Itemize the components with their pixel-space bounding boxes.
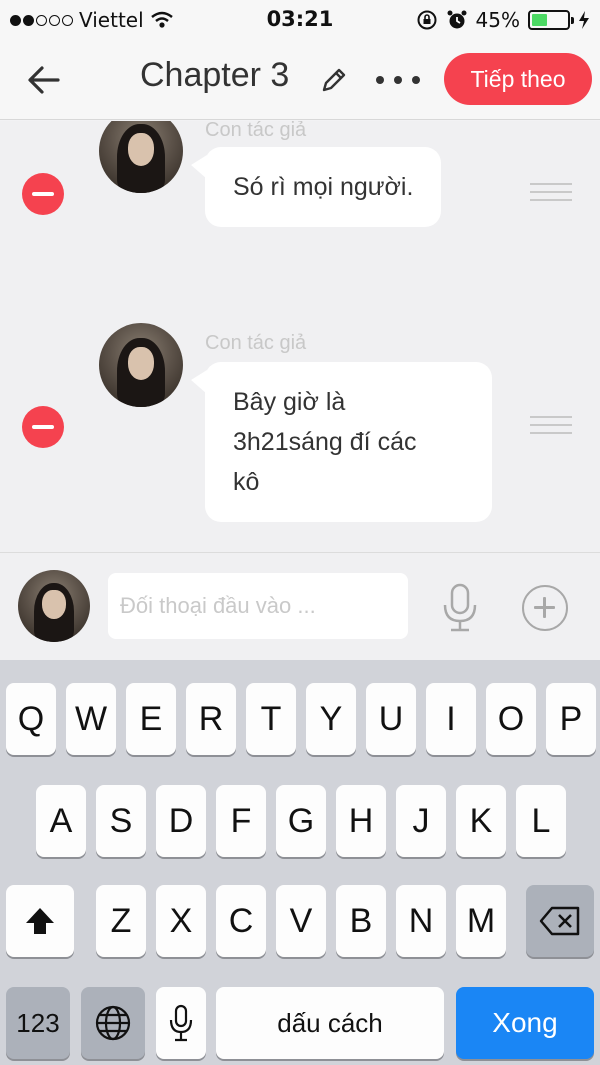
drag-handle-icon[interactable]: [530, 183, 572, 201]
plus-circle-icon[interactable]: [522, 585, 568, 631]
key-i[interactable]: I: [426, 683, 476, 755]
rotation-lock-icon: [417, 10, 437, 30]
space-key[interactable]: dấu cách: [216, 987, 444, 1059]
delete-key[interactable]: [526, 885, 594, 957]
avatar: [99, 121, 183, 193]
message-bubble[interactable]: Só rì mọi người.: [190, 147, 442, 227]
key-c[interactable]: C: [216, 885, 266, 957]
key-l[interactable]: L: [516, 785, 566, 857]
battery-percent: 45%: [475, 8, 520, 32]
status-bar: Viettel 03:21 45%: [0, 0, 600, 40]
numbers-key[interactable]: 123: [6, 987, 70, 1059]
key-e[interactable]: E: [126, 683, 176, 755]
author-name: Con tác giả: [205, 332, 307, 354]
author-name: Con tác giả: [205, 121, 307, 141]
key-z[interactable]: Z: [96, 885, 146, 957]
avatar[interactable]: [18, 570, 90, 642]
backspace-icon: [539, 906, 580, 936]
key-v[interactable]: V: [276, 885, 326, 957]
key-q[interactable]: Q: [6, 683, 56, 755]
dialogue-input[interactable]: [108, 573, 408, 639]
done-key[interactable]: Xong: [456, 987, 594, 1059]
ellipsis-icon[interactable]: [376, 64, 420, 96]
key-r[interactable]: R: [186, 683, 236, 755]
minus-circle-icon[interactable]: [22, 406, 64, 448]
key-o[interactable]: O: [486, 683, 536, 755]
key-u[interactable]: U: [366, 683, 416, 755]
key-d[interactable]: D: [156, 785, 206, 857]
key-s[interactable]: S: [96, 785, 146, 857]
composer-bar: [0, 553, 600, 660]
alarm-icon: [447, 10, 467, 29]
shift-icon: [26, 908, 54, 934]
key-h[interactable]: H: [336, 785, 386, 857]
drag-handle-icon[interactable]: [530, 416, 572, 434]
shift-key[interactable]: [6, 885, 74, 957]
key-x[interactable]: X: [156, 885, 206, 957]
message-bubble[interactable]: Bây giờ là 3h21sáng đí các kô: [191, 362, 492, 522]
message-line: kô: [233, 468, 260, 496]
key-n[interactable]: N: [396, 885, 446, 957]
minus-circle-icon[interactable]: [22, 173, 64, 215]
globe-icon: [95, 1005, 131, 1041]
pencil-icon[interactable]: [318, 64, 350, 96]
key-y[interactable]: Y: [306, 683, 356, 755]
battery-icon: [528, 10, 574, 30]
arrow-left-icon[interactable]: [22, 58, 66, 102]
nav-header: Chapter 3 Tiếp theo: [0, 40, 600, 120]
key-f[interactable]: F: [216, 785, 266, 857]
key-w[interactable]: W: [66, 683, 116, 755]
avatar: [99, 323, 183, 407]
key-m[interactable]: M: [456, 885, 506, 957]
key-a[interactable]: A: [36, 785, 86, 857]
status-right: 45%: [416, 8, 590, 32]
key-j[interactable]: J: [396, 785, 446, 857]
chapter-title: Chapter 3: [140, 56, 290, 94]
key-k[interactable]: K: [456, 785, 506, 857]
charging-icon: [579, 11, 589, 29]
dictation-key[interactable]: [156, 987, 206, 1059]
globe-key[interactable]: [81, 987, 145, 1059]
message-line: 3h21sáng đí các: [233, 428, 417, 456]
next-button[interactable]: Tiếp theo: [444, 53, 592, 105]
battery-fill: [532, 14, 548, 26]
microphone-icon: [169, 1004, 193, 1042]
chat-area: Con tác giả Só rì mọi người. Con tác giả…: [0, 121, 600, 553]
key-g[interactable]: G: [276, 785, 326, 857]
microphone-icon[interactable]: [440, 583, 480, 633]
message-line: Bây giờ là: [233, 388, 346, 416]
key-t[interactable]: T: [246, 683, 296, 755]
key-b[interactable]: B: [336, 885, 386, 957]
key-p[interactable]: P: [546, 683, 596, 755]
keyboard: Q W E R T Y U I O P A S D F G H J K L Z …: [0, 660, 600, 1065]
